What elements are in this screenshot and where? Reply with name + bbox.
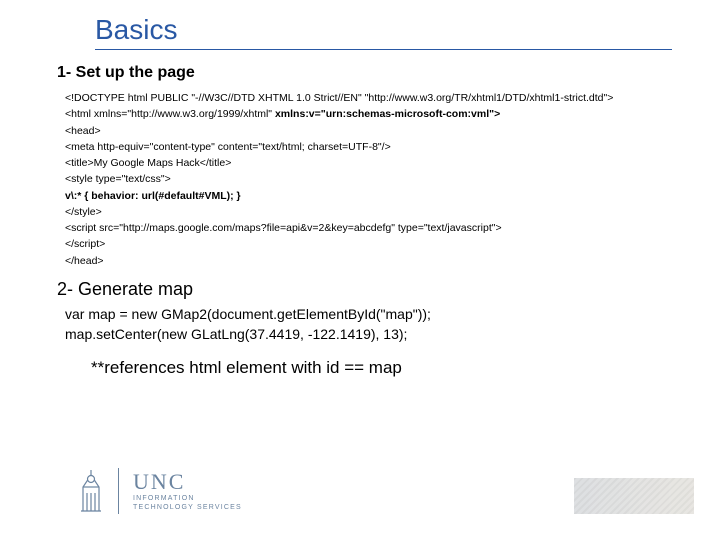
code-text: <html xmlns="http://www.w3.org/1999/xhtm… [65,108,275,120]
page-title: Basics [95,14,672,50]
org-subtitle-2: TECHNOLOGY SERVICES [133,504,242,511]
code-block-generate: var map = new GMap2(document.getElementB… [65,305,672,344]
code-line: map.setCenter(new GLatLng(37.4419, -122.… [65,325,672,345]
code-bold: v\:* { behavior: url(#default#VML); } [65,188,672,204]
section-2-heading: 2- Generate map [57,279,672,300]
code-line: <meta http-equiv="content-type" content=… [65,139,672,155]
footer-logo: UNC INFORMATION TECHNOLOGY SERVICES [78,468,242,514]
code-line: <style type="text/css"> [65,171,672,187]
org-subtitle-1: INFORMATION [133,495,242,502]
org-name: UNC [133,471,242,493]
logo-divider [118,468,119,514]
code-line: </head> [65,253,672,269]
code-line: var map = new GMap2(document.getElementB… [65,305,672,325]
code-block-setup: <!DOCTYPE html PUBLIC "-//W3C//DTD XHTML… [65,90,672,269]
code-line: </script> [65,236,672,252]
code-line: <script src="http://maps.google.com/maps… [65,220,672,236]
code-bold: xmlns:v="urn:schemas-microsoft-com:vml"> [275,108,500,120]
code-line: <head> [65,123,672,139]
reference-note: **references html element with id == map [91,358,672,378]
code-line: <html xmlns="http://www.w3.org/1999/xhtm… [65,106,672,122]
code-line: <!DOCTYPE html PUBLIC "-//W3C//DTD XHTML… [65,90,672,106]
code-line: <title>My Google Maps Hack</title> [65,155,672,171]
decorative-pattern [574,478,694,514]
code-line: </style> [65,204,672,220]
unc-cupola-icon [78,469,104,513]
section-1-heading: 1- Set up the page [57,64,672,82]
